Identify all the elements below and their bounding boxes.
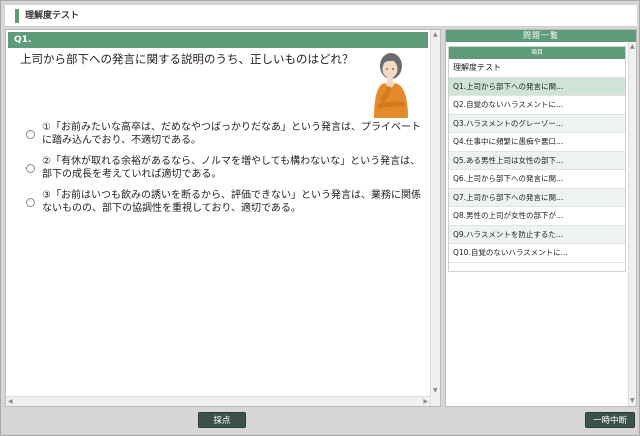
question-list-item-q7[interactable]: Q7.上司から部下への発言に関... [449,188,625,207]
scroll-down-arrow-icon[interactable]: ▼ [433,388,438,394]
choice-radio-1[interactable] [26,130,35,139]
question-list-item-q9[interactable]: Q9.ハラスメントを防止するた... [449,225,625,244]
scroll-left-arrow-icon[interactable]: ◀ [8,398,13,405]
question-vertical-scrollbar[interactable]: ▲ ▼ [430,30,440,406]
question-horizontal-scrollbar[interactable]: ◀ ▶ [6,396,430,406]
question-list-item-root[interactable]: 理解度テスト [449,59,625,78]
question-list-item-q8[interactable]: Q8.男性の上司が女性の部下が... [449,207,625,226]
score-button[interactable]: 採点 [198,412,246,428]
question-list-header: 問題一覧 [446,30,636,42]
title-accent-bar [15,9,19,23]
choice-label-1: ①「お前みたいな高卒は、だめなやつばっかりだなあ」という発言は、プライベートに踏… [42,122,421,146]
title-bar: 理解度テスト [5,5,637,27]
pause-button[interactable]: 一時中断 [585,412,635,428]
question-list-item-q10[interactable]: Q10.自覚のないハラスメントに... [449,244,625,263]
list-scroll-up-arrow-icon[interactable]: ▲ [630,44,635,50]
list-scroll-down-arrow-icon[interactable]: ▼ [630,398,635,404]
question-header: Q1. [8,32,428,48]
question-list: 項目 理解度テスト Q1.上司から部下への発言に関... Q2.自覚のないハラス… [448,46,626,272]
question-list-scrollbar[interactable]: ▲ ▼ [628,42,636,406]
choice-label-3: ③「お前はいつも飲みの誘いを断るから、評価できない」という発言は、業務に関係ない… [42,190,421,214]
question-list-subhead: 項目 [449,47,625,59]
app-title: 理解度テスト [25,11,80,21]
question-list-item-q4[interactable]: Q4.仕事中に頻繁に愚痴や悪口... [449,133,625,152]
question-list-item-q1[interactable]: Q1.上司から部下への発言に関... [449,77,625,96]
scroll-up-arrow-icon[interactable]: ▲ [433,32,438,38]
question-panel: Q1. 上司から部下への発言に関する説明のうち、正しいものはどれ？ ①「お前みた… [5,29,441,407]
question-text: 上司から部下への発言に関する説明のうち、正しいものはどれ？ [20,52,354,66]
question-list-title: 問題一覧 [523,31,559,40]
scroll-right-arrow-icon[interactable]: ▶ [423,398,428,405]
question-list-item-q5[interactable]: Q5.ある男性上司は女性の部下... [449,151,625,170]
choice-radio-3[interactable] [26,198,35,207]
question-list-item-q3[interactable]: Q3.ハラスメントのグレーゾー... [449,114,625,133]
thinking-woman-illustration [374,53,408,118]
choice-radio-2[interactable] [26,164,35,173]
choice-label-2: ②「有休が取れる余裕があるなら、ノルマを増やしても構わないな」という発言は、部下… [42,156,421,180]
question-list-item-q2[interactable]: Q2.自覚のないハラスメントに... [449,96,625,115]
question-list-item-q6[interactable]: Q6.上司から部下への発言に関... [449,170,625,189]
question-list-panel: 問題一覧 項目 理解度テスト Q1.上司から部下への発言に関... Q2.自覚の… [445,29,637,407]
question-number: Q1. [14,35,32,45]
app-window: 理解度テスト Q1. 上司から部下への発言に関する説明のうち、正しいものはどれ？ [0,0,640,436]
